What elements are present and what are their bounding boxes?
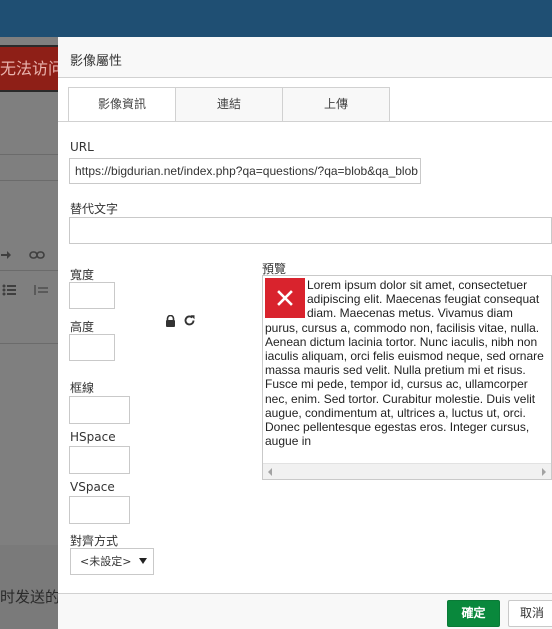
alt-text-label: 替代文字 [70, 202, 119, 216]
image-properties-dialog: 影像屬性 影像資訊 連結 上傳 URL https://bigdurian.ne… [58, 37, 552, 629]
alt-text-input[interactable] [69, 217, 552, 244]
page-background [0, 37, 60, 629]
preview-horizontal-scrollbar[interactable] [263, 463, 551, 479]
url-label: URL [70, 140, 94, 154]
vspace-label: VSpace [70, 480, 115, 494]
page-bottom-text: 时发送的 [0, 588, 60, 606]
tab-upload[interactable]: 上傳 [282, 87, 390, 122]
arrow-right-icon [0, 249, 12, 265]
page-divider [0, 180, 60, 181]
vspace-input[interactable] [69, 496, 130, 524]
tab-link[interactable]: 連結 [175, 87, 283, 122]
tab-divider [58, 121, 552, 122]
chevron-down-icon [139, 558, 147, 564]
align-select[interactable]: <未設定> [70, 548, 154, 575]
broken-image-icon [265, 278, 305, 318]
scroll-right-icon[interactable] [542, 468, 546, 476]
preview-box: Lorem ipsum dolor sit amet, consectetuer… [262, 275, 552, 480]
page-error-banner: 无法访问 [0, 45, 60, 92]
height-label: 高度 [70, 320, 95, 334]
page-divider [0, 154, 60, 155]
border-label: 框線 [70, 381, 95, 395]
bulleted-list-icon [2, 284, 16, 300]
url-input[interactable]: https://bigdurian.net/index.php?qa=quest… [69, 158, 421, 184]
tab-image-info[interactable]: 影像資訊 [68, 87, 176, 122]
page-topbar [0, 0, 552, 37]
cancel-button[interactable]: 取消 [508, 600, 552, 627]
page-error-text: 无法访问 [0, 59, 60, 78]
page-divider [0, 343, 60, 344]
preview-content: Lorem ipsum dolor sit amet, consectetuer… [265, 278, 547, 461]
width-label: 寬度 [70, 268, 95, 282]
align-label: 對齊方式 [70, 534, 119, 548]
height-input[interactable] [69, 334, 115, 361]
link-icon [29, 249, 45, 265]
dialog-title: 影像屬性 [70, 54, 123, 69]
border-input[interactable] [69, 396, 130, 424]
preview-text: Lorem ipsum dolor sit amet, consectetuer… [265, 278, 544, 449]
dialog-header: 影像屬性 [58, 37, 552, 78]
ok-button[interactable]: 確定 [447, 600, 500, 627]
hspace-label: HSpace [70, 430, 116, 444]
page-divider [0, 270, 60, 271]
lock-ratio-icon[interactable] [165, 314, 176, 327]
width-input[interactable] [69, 282, 115, 309]
hspace-input[interactable] [69, 446, 130, 474]
indent-icon [34, 284, 48, 300]
dialog-footer: 確定 取消 [58, 593, 552, 629]
reset-size-icon[interactable] [183, 314, 196, 327]
align-select-value: <未設定> [80, 555, 132, 568]
scroll-left-icon[interactable] [268, 468, 272, 476]
